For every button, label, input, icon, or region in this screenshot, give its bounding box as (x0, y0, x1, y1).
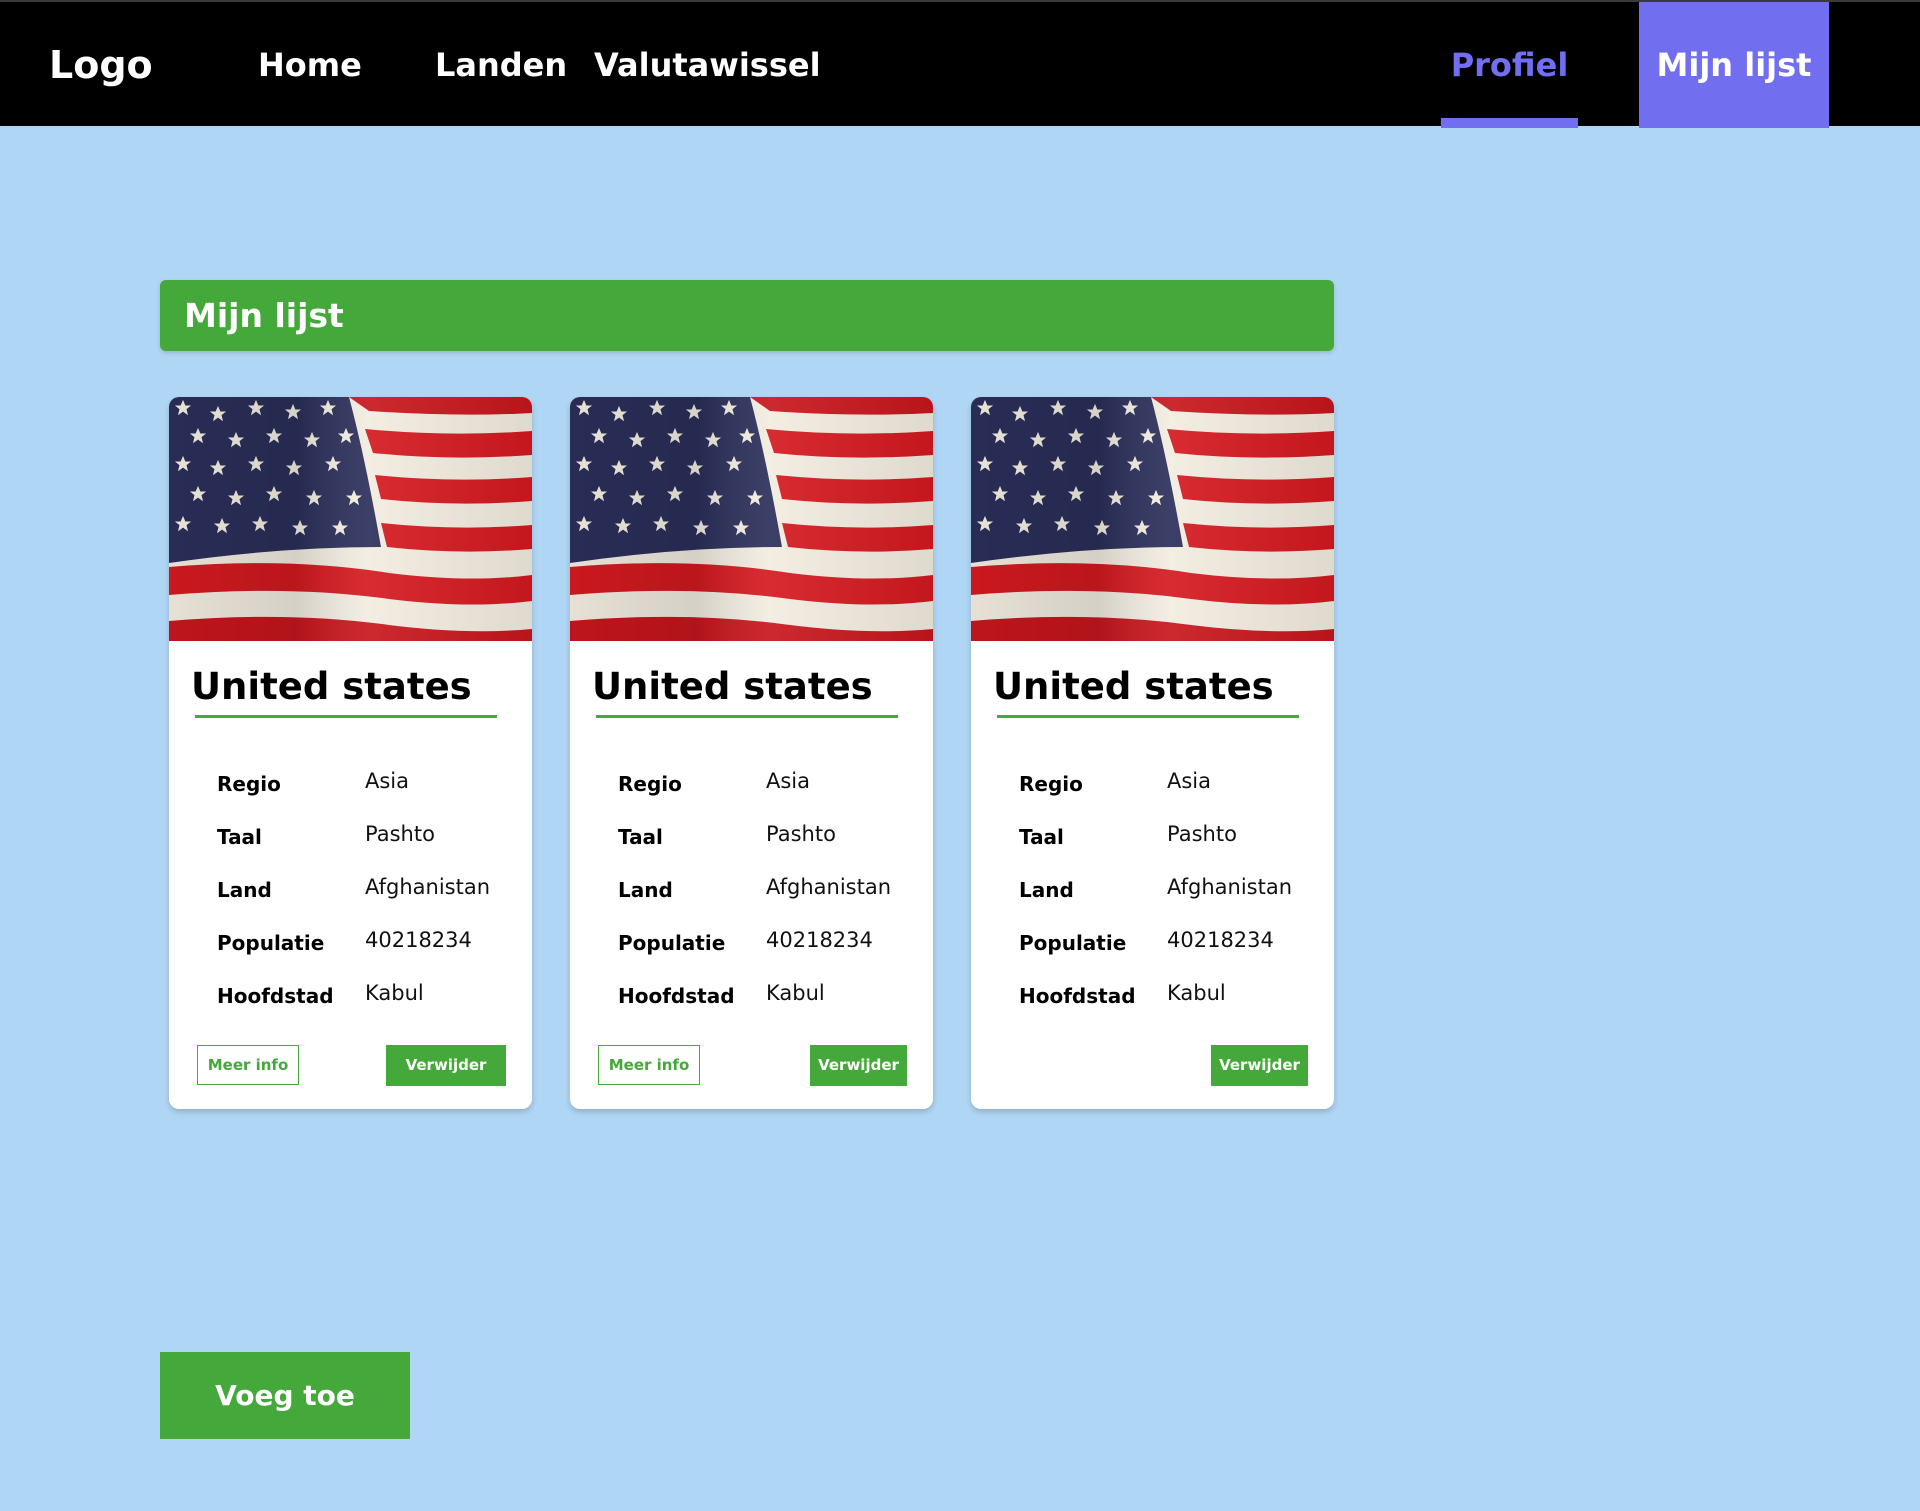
verwijder-button[interactable]: Verwijder (810, 1045, 907, 1086)
section-header: Mijn lijst (160, 280, 1334, 351)
card-title: United states (191, 665, 472, 708)
country-card: United states Regio Asia Taal Pashto Lan… (570, 397, 933, 1109)
title-underline (195, 715, 497, 718)
value-land: Afghanistan (365, 875, 491, 899)
value-regio: Asia (1167, 769, 1212, 793)
nav-link-valutawissel[interactable]: Valutawissel (594, 2, 821, 128)
label-hoofdstad: Hoofdstad (618, 984, 735, 1008)
value-hoofdstad: Kabul (1167, 981, 1226, 1005)
value-regio: Asia (766, 769, 811, 793)
country-card: United states Regio Asia Taal Pashto Lan… (169, 397, 532, 1109)
card-title: United states (592, 665, 873, 708)
label-populatie: Populatie (618, 931, 726, 955)
value-regio: Asia (365, 769, 410, 793)
label-hoofdstad: Hoofdstad (1019, 984, 1136, 1008)
label-land: Land (217, 878, 272, 902)
nav-button-mijn-lijst[interactable]: Mijn lijst (1639, 2, 1829, 128)
us-flag-image (169, 397, 532, 641)
label-land: Land (1019, 878, 1074, 902)
value-taal: Pashto (766, 822, 836, 846)
value-populatie: 40218234 (1167, 928, 1274, 952)
nav-link-home[interactable]: Home (258, 2, 362, 128)
value-hoofdstad: Kabul (766, 981, 825, 1005)
country-card: United states Regio Asia Taal Pashto Lan… (971, 397, 1334, 1109)
value-land: Afghanistan (766, 875, 892, 899)
value-hoofdstad: Kabul (365, 981, 424, 1005)
value-land: Afghanistan (1167, 875, 1293, 899)
verwijder-button[interactable]: Verwijder (1211, 1045, 1308, 1086)
label-populatie: Populatie (217, 931, 325, 955)
verwijder-button[interactable]: Verwijder (386, 1045, 506, 1086)
top-navbar: Logo Home Landen Valutawissel Profiel Mi… (0, 0, 1920, 128)
meer-info-button[interactable]: Meer info (197, 1045, 299, 1085)
meer-info-button[interactable]: Meer info (598, 1045, 700, 1085)
page-title: Mijn lijst (184, 296, 344, 335)
label-regio: Regio (1019, 772, 1083, 796)
nav-link-landen[interactable]: Landen (435, 2, 567, 128)
label-taal: Taal (1019, 825, 1064, 849)
us-flag-image (971, 397, 1334, 641)
value-populatie: 40218234 (766, 928, 873, 952)
title-underline (596, 715, 898, 718)
label-taal: Taal (217, 825, 262, 849)
label-regio: Regio (217, 772, 281, 796)
us-flag-image (570, 397, 933, 641)
value-taal: Pashto (365, 822, 435, 846)
label-taal: Taal (618, 825, 663, 849)
active-nav-indicator (1441, 118, 1578, 128)
logo: Logo (49, 43, 153, 87)
value-taal: Pashto (1167, 822, 1237, 846)
nav-link-profiel[interactable]: Profiel (1441, 2, 1578, 128)
title-underline (997, 715, 1299, 718)
label-populatie: Populatie (1019, 931, 1127, 955)
label-hoofdstad: Hoofdstad (217, 984, 334, 1008)
card-title: United states (993, 665, 1274, 708)
voeg-toe-button[interactable]: Voeg toe (160, 1352, 410, 1439)
label-regio: Regio (618, 772, 682, 796)
label-land: Land (618, 878, 673, 902)
value-populatie: 40218234 (365, 928, 472, 952)
